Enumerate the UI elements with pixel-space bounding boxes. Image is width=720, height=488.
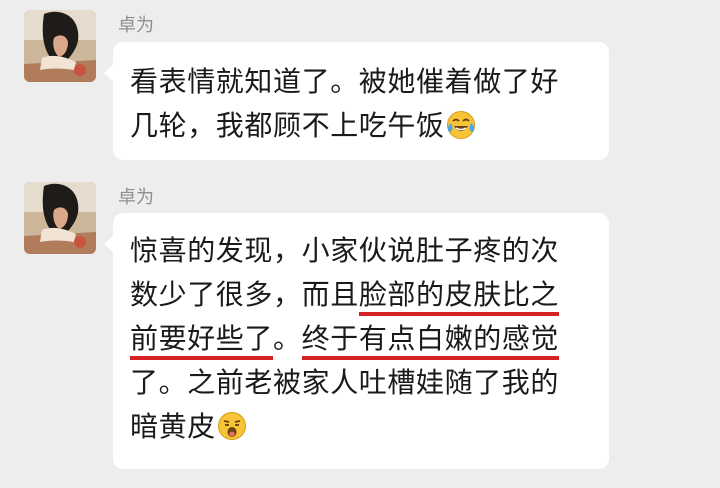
message-line: 了。之前老被家人吐槽娃随了我的: [130, 366, 560, 399]
shocked-face-emoji-icon: [217, 412, 246, 440]
message-line: 前要好些了。终于有点白嫩的感觉: [130, 321, 560, 360]
avatar[interactable]: [24, 182, 96, 254]
avatar-photo-icon: [24, 10, 96, 82]
highlighted-text: 脸部的皮肤比之: [358, 278, 560, 316]
avatar[interactable]: [24, 10, 96, 82]
message-line: 数少了很多，而且脸部的皮肤比之: [130, 277, 560, 316]
message-bubble[interactable]: 惊喜的发现，小家伙说肚子疼的次 数少了很多，而且脸部的皮肤比之 前要好些了。终于…: [104, 213, 609, 469]
sender-name: 卓为: [118, 187, 154, 208]
crying-laughing-emoji-icon: [446, 111, 475, 139]
message-bubble[interactable]: 看表情就知道了。被她催着做了好 几轮，我都顾不上吃午饭: [104, 42, 609, 160]
message-line: 惊喜的发现，小家伙说肚子疼的次: [130, 234, 560, 267]
avatar-photo-icon: [24, 182, 96, 254]
message-line: 暗黄皮: [130, 409, 247, 445]
message-line: 看表情就知道了。被她催着做了好: [130, 65, 560, 98]
sender-name: 卓为: [118, 15, 154, 36]
highlighted-text: 终于有点白嫩的感觉: [301, 322, 560, 360]
highlighted-text: 前要好些了: [130, 322, 274, 360]
message-line: 几轮，我都顾不上吃午饭: [130, 108, 476, 144]
